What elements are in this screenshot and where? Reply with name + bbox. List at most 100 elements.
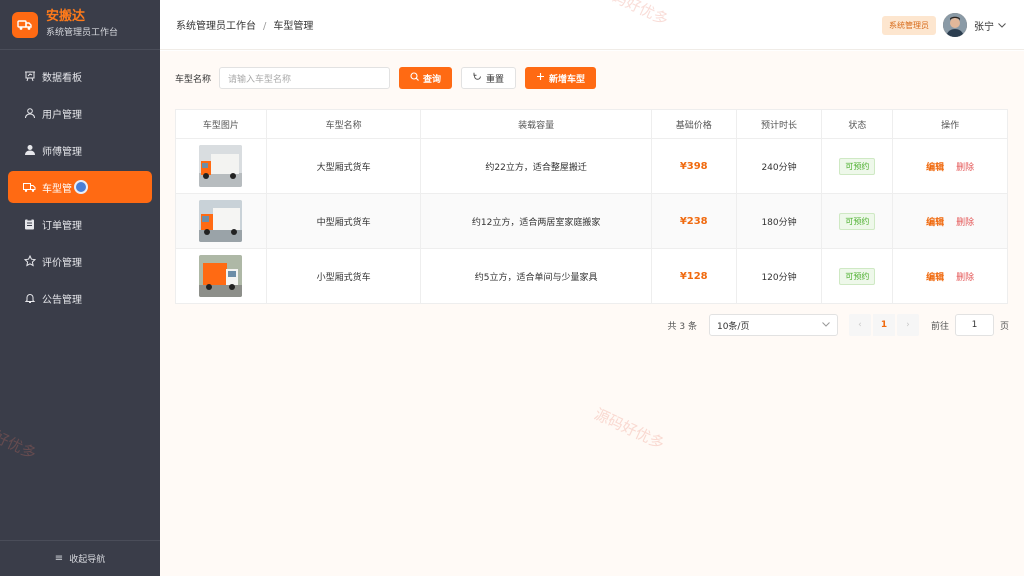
search-bar: 车型名称 请输入车型名称 查询 重置 新增车型 [175,67,597,89]
sidebar-item-label: 师傅管理 [42,146,82,158]
status-badge: 可预约 [839,267,876,285]
vehicle-price: ¥238 [679,215,708,227]
table-row: 中型厢式货车 约12立方，适合两居室家庭搬家 ¥238 180分钟 可预约 编辑… [176,194,1007,249]
query-label: 查询 [423,74,442,85]
column-header-capacity: 装载容量 [421,110,652,138]
vehicle-price: ¥398 [679,160,708,172]
delete-button[interactable]: 删除 [956,215,974,228]
truck-logo-icon [12,11,38,38]
vehicle-capacity: 约22立方，适合整屋搬迁 [421,139,652,193]
sidebar-item-dashboard[interactable]: 数据看板 [8,60,152,92]
vehicle-duration: 180分钟 [737,194,823,248]
star-icon [23,255,36,268]
chevron-down-icon [998,20,1006,31]
page-number-current[interactable]: 1 [872,314,895,336]
search-label: 车型名称 [175,74,212,85]
vehicle-duration: 240分钟 [737,139,823,193]
chevron-left-icon: ‹ [858,320,862,330]
sidebar-item-label: 公告管理 [42,294,82,306]
delete-button[interactable]: 删除 [956,270,974,283]
column-header-actions: 操作 [893,110,1007,138]
vehicle-name: 小型厢式货车 [267,249,422,303]
delete-button[interactable]: 删除 [956,160,974,173]
column-header-name: 车型名称 [266,110,422,138]
pagination-total: 共 3 条 [667,321,697,332]
plus-icon [536,72,545,84]
user-icon [23,107,36,120]
table-row: 小型厢式货车 约5立方，适合单间与少量家具 ¥128 120分钟 可预约 编辑 … [176,249,1007,303]
vehicle-name-search-input[interactable]: 请输入车型名称 [219,67,391,89]
vehicle-duration: 120分钟 [737,249,823,303]
reset-label: 重置 [486,74,505,85]
sidebar-item-users[interactable]: 用户管理 [8,97,152,129]
sidebar-item-label: 用户管理 [42,109,82,121]
brand-title: 安搬达 [46,9,86,24]
edit-button[interactable]: 编辑 [926,270,944,283]
vehicle-image [199,145,243,187]
vehicle-name: 大型厢式货车 [267,139,422,193]
sidebar-item-label: 车型管 [42,183,72,195]
status-badge: 可预约 [839,157,876,175]
chevron-down-icon [822,320,830,330]
edit-button[interactable]: 编辑 [926,160,944,173]
goto-page-input[interactable]: 1 [954,314,994,336]
column-header-price: 基础价格 [651,110,737,138]
brand-subtitle: 系统管理员工作台 [46,28,119,38]
role-badge: 系统管理员 [882,16,936,35]
main-content: 车型名称 请输入车型名称 查询 重置 新增车型 车型图片 车型名称 装载容量 基… [160,51,1024,576]
edit-button[interactable]: 编辑 [926,215,944,228]
vehicle-capacity: 约5立方，适合单间与少量家具 [421,249,652,303]
prev-page-button[interactable]: ‹ [848,314,871,336]
pagination: 共 3 条 10条/页 ‹ 1 › 前往 1 页 [668,314,1009,336]
avatar[interactable] [943,13,967,37]
mouse-cursor-indicator [74,180,88,194]
brand: 安搬达 系统管理员工作台 [0,0,160,50]
vehicle-capacity: 约12立方，适合两居室家庭搬家 [421,194,652,248]
breadcrumb-separator: / [263,21,267,32]
page-size-select[interactable]: 10条/页 [708,314,838,336]
status-badge: 可预约 [839,212,876,230]
sidebar-item-label: 订单管理 [42,220,82,232]
search-icon [410,72,419,84]
sidebar-item-masters[interactable]: 师傅管理 [8,134,152,166]
breadcrumb-item-current: 车型管理 [273,21,314,32]
clipboard-icon [23,218,36,231]
next-page-button[interactable]: › [896,314,919,336]
vehicle-price: ¥128 [679,270,708,282]
breadcrumb: 系统管理员工作台 / 车型管理 [176,17,313,32]
reset-button[interactable]: 重置 [461,67,517,89]
sidebar-menu: 数据看板 用户管理 师傅管理 车型管 订单管理 评价管理 公告管理 [0,60,160,314]
user-name: 张宁 [974,22,994,33]
sidebar-item-label: 数据看板 [42,72,82,84]
add-label: 新增车型 [549,74,586,85]
sidebar-item-reviews[interactable]: 评价管理 [8,245,152,277]
bell-icon [23,292,36,305]
collapse-nav-label: 收起导航 [69,555,106,565]
vehicle-image [199,200,243,242]
person-icon [23,144,36,157]
chevron-right-icon: › [906,320,910,330]
sidebar-item-label: 评价管理 [42,257,82,269]
top-header: 系统管理员工作台 / 车型管理 系统管理员 张宁 [160,0,1024,50]
column-header-image: 车型图片 [176,110,267,138]
sidebar-item-vehicle-types[interactable]: 车型管 [8,171,152,203]
goto-label: 前往 [930,321,949,332]
truck-icon [23,181,36,194]
refresh-icon [473,72,482,84]
sidebar: 安搬达 系统管理员工作台 数据看板 用户管理 师傅管理 车型管 订单管理 评价管… [0,0,160,576]
vehicle-image [199,255,243,297]
page-unit-label: 页 [999,321,1009,332]
add-vehicle-type-button[interactable]: 新增车型 [525,67,597,89]
sidebar-item-announcements[interactable]: 公告管理 [8,282,152,314]
page-size-value: 10条/页 [716,321,750,332]
table-row: 大型厢式货车 约22立方，适合整屋搬迁 ¥398 240分钟 可预约 编辑 删除 [176,139,1007,194]
query-button[interactable]: 查询 [399,67,453,89]
user-menu[interactable]: 张宁 [974,18,1006,33]
table-header-row: 车型图片 车型名称 装载容量 基础价格 预计时长 状态 操作 [176,110,1007,139]
chart-icon [23,70,36,83]
breadcrumb-item-home[interactable]: 系统管理员工作台 [176,21,256,32]
collapse-nav-button[interactable]: ≡ 收起导航 [0,540,160,576]
sidebar-item-orders[interactable]: 订单管理 [8,208,152,240]
column-header-status: 状态 [822,110,894,138]
menu-icon: ≡ [54,553,64,564]
